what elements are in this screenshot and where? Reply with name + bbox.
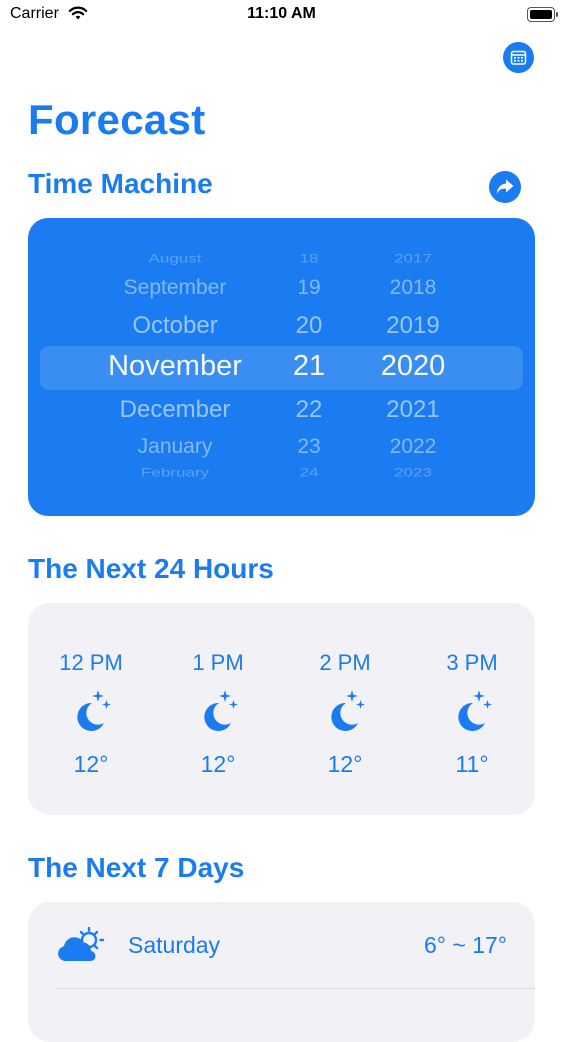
hour-temperature: 12°: [200, 751, 236, 777]
next-7-days-title: The Next 7 Days: [28, 852, 245, 883]
picker-month-option[interactable]: August: [149, 252, 202, 266]
daily-forecast-card: Saturday 6° ~ 17°: [28, 902, 535, 1042]
picker-day-option[interactable]: 24: [300, 466, 319, 480]
picker-month-option[interactable]: December: [120, 396, 231, 424]
picker-year-option[interactable]: 2017: [394, 252, 432, 266]
picker-month-selected[interactable]: November: [108, 350, 242, 383]
next-24-hours-title: The Next 24 Hours: [28, 553, 274, 584]
hour-forecast-item: 12 PM 12°: [36, 603, 146, 815]
status-bar: Carrier 11:10 AM: [0, 0, 563, 30]
hourly-forecast-card: 12 PM 12° 1 PM 12° 2 PM 12° 3 PM 11°: [28, 603, 535, 815]
time-machine-title: Time Machine: [28, 168, 213, 199]
battery-icon: [527, 7, 558, 22]
picker-month-option[interactable]: February: [141, 466, 209, 480]
day-forecast-row[interactable]: Saturday 6° ~ 17°: [28, 902, 535, 989]
hour-forecast-item: 1 PM 12°: [163, 603, 273, 815]
page-title: Forecast: [28, 96, 206, 143]
picker-year-option[interactable]: 2021: [386, 396, 439, 424]
date-picker[interactable]: August September October November Decemb…: [28, 218, 535, 516]
picker-day-option[interactable]: 20: [296, 312, 323, 340]
picker-day-selected[interactable]: 21: [293, 350, 325, 383]
calendar-button[interactable]: [503, 42, 534, 73]
moon-stars-icon: [458, 690, 492, 731]
picker-year-option[interactable]: 2023: [394, 466, 432, 480]
picker-year-option[interactable]: 2018: [390, 276, 437, 300]
moon-stars-icon: [204, 690, 238, 731]
share-button[interactable]: [489, 171, 521, 203]
hour-time: 2 PM: [319, 650, 371, 675]
picker-year-option[interactable]: 2019: [386, 312, 439, 340]
cloud-sun-icon: [58, 927, 105, 962]
hour-temperature: 12°: [327, 751, 363, 777]
hour-temperature: 11°: [455, 751, 489, 777]
share-arrow-icon: [496, 179, 514, 194]
day-temperature-range: 6° ~ 17°: [424, 932, 507, 958]
picker-day-option[interactable]: 23: [297, 435, 320, 459]
hour-forecast-item: 2 PM 12°: [290, 603, 400, 815]
moon-stars-icon: [331, 690, 365, 731]
moon-stars-icon: [77, 690, 111, 731]
hour-time: 1 PM: [192, 650, 244, 675]
hour-time: 3 PM: [446, 650, 498, 675]
hour-temperature: 12°: [73, 751, 109, 777]
row-divider: [56, 988, 535, 989]
picker-year-selected[interactable]: 2020: [381, 350, 446, 383]
picker-month-option[interactable]: October: [132, 312, 217, 340]
picker-month-option[interactable]: September: [124, 276, 227, 300]
picker-year-option[interactable]: 2022: [390, 435, 437, 459]
hour-forecast-item: 3 PM 11°: [417, 603, 527, 815]
picker-day-option[interactable]: 18: [300, 252, 319, 266]
picker-day-option[interactable]: 22: [296, 396, 323, 424]
hour-time: 12 PM: [59, 650, 123, 675]
picker-day-option[interactable]: 19: [297, 276, 320, 300]
status-time: 11:10 AM: [247, 5, 316, 22]
calendar-icon: [510, 50, 527, 65]
day-name: Saturday: [128, 932, 221, 958]
picker-month-option[interactable]: January: [138, 435, 213, 459]
